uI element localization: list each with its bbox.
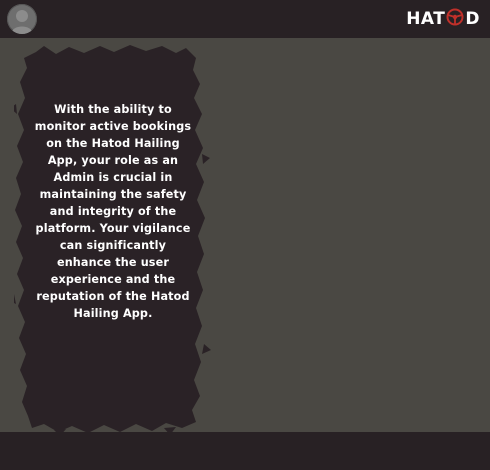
logo-text-left: HAT	[406, 9, 446, 29]
bottom-bar	[0, 432, 490, 470]
user-avatar-icon[interactable]	[7, 4, 37, 34]
logo-text-right: D	[465, 9, 480, 29]
admin-info-message: With the ability to monitor active booki…	[34, 103, 192, 320]
steering-wheel-icon	[446, 8, 464, 31]
top-bar: HAT D	[0, 0, 490, 38]
app-logo[interactable]: HAT D	[406, 8, 480, 31]
